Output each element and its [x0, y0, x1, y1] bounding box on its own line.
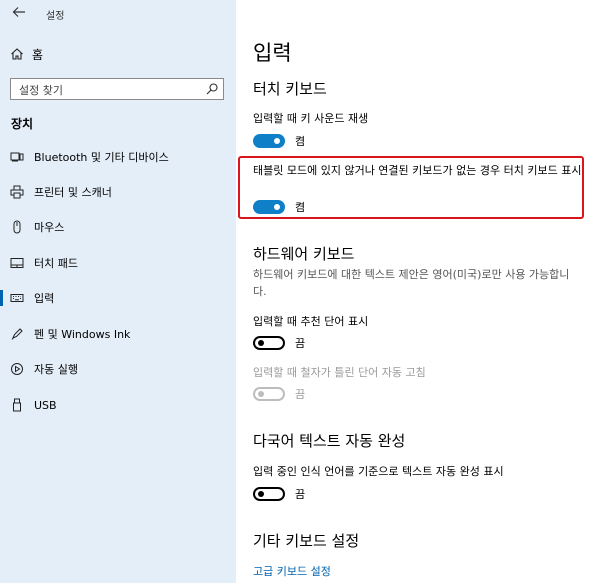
back-arrow-icon	[12, 7, 25, 17]
toggle-knob	[258, 391, 264, 397]
autocorrect-label: 입력할 때 철자가 틀린 단어 자동 고침	[253, 366, 426, 379]
touchpad-icon	[10, 256, 24, 270]
show-touch-keyboard-label: 태블릿 모드에 있지 않거나 연결된 키보드가 없는 경우 터치 키보드 표시	[253, 164, 582, 177]
page-title: 입력	[253, 41, 292, 65]
bluetooth-devices-icon	[10, 150, 24, 164]
search-box[interactable]	[10, 78, 224, 101]
usb-icon	[10, 398, 24, 412]
nav-home[interactable]: 홈	[10, 44, 43, 64]
sidebar-item-label: 펜 및 Windows Ink	[34, 328, 131, 341]
sidebar-item-label: USB	[34, 398, 57, 412]
sidebar-item-label: 마우스	[34, 221, 65, 234]
nav-home-label: 홈	[32, 47, 44, 62]
autocorrect-setting: 끔	[253, 384, 305, 404]
word-suggestions-state: 끔	[295, 337, 306, 350]
key-sound-toggle[interactable]	[253, 134, 285, 148]
search-input[interactable]	[17, 80, 201, 101]
autocorrect-state: 끔	[295, 388, 306, 401]
main-content: 입력 터치 키보드 입력할 때 키 사운드 재생 켬 태블릿 모드에 있지 않거…	[236, 0, 600, 583]
sidebar-item-pen[interactable]: 펜 및 Windows Ink	[0, 320, 236, 348]
section-heading-multilingual: 다국어 텍스트 자동 완성	[253, 432, 406, 450]
title-bar: 설정	[0, 0, 236, 28]
sidebar-item-label: 터치 패드	[34, 257, 78, 270]
toggle-knob	[274, 204, 280, 210]
multilingual-prediction-state: 끔	[295, 488, 306, 501]
sidebar-item-label: 자동 실행	[34, 363, 78, 376]
sidebar: 설정 홈 장치 Bluetooth 및 기타 디바이스 프린터 및 스캐너 마우…	[0, 0, 236, 583]
toggle-knob	[258, 491, 264, 497]
multilingual-prediction-label: 입력 중인 인식 언어를 기준으로 텍스트 자동 완성 표시	[253, 465, 504, 478]
sidebar-item-label: 프린터 및 스캐너	[34, 186, 112, 199]
section-heading-touch-keyboard: 터치 키보드	[253, 80, 327, 98]
pen-icon	[10, 327, 24, 341]
sidebar-item-printers[interactable]: 프린터 및 스캐너	[0, 178, 236, 206]
keyboard-icon	[10, 291, 24, 305]
advanced-keyboard-settings-link[interactable]: 고급 키보드 설정	[253, 563, 331, 579]
word-suggestions-toggle[interactable]	[253, 336, 285, 350]
home-icon	[11, 48, 23, 60]
back-button[interactable]	[12, 5, 28, 21]
key-sound-setting: 켬	[253, 131, 305, 151]
toggle-knob	[274, 138, 280, 144]
multilingual-prediction-toggle[interactable]	[253, 487, 285, 501]
mouse-icon	[10, 220, 24, 234]
key-sound-state: 켬	[295, 135, 306, 148]
show-touch-keyboard-setting: 켬	[253, 197, 305, 217]
show-touch-keyboard-toggle[interactable]	[253, 200, 285, 214]
sidebar-item-label: 입력	[34, 292, 55, 305]
key-sound-label: 입력할 때 키 사운드 재생	[253, 112, 369, 125]
section-heading-other-keyboard: 기타 키보드 설정	[253, 532, 360, 550]
multilingual-prediction-setting: 끔	[253, 484, 305, 504]
hardware-keyboard-description: 하드웨어 키보드에 대한 텍스트 제안은 영어(미국)로만 사용 가능합니다.	[253, 268, 570, 298]
autocorrect-toggle	[253, 387, 285, 401]
sidebar-item-bluetooth[interactable]: Bluetooth 및 기타 디바이스	[0, 143, 236, 171]
sidebar-item-typing[interactable]: 입력	[0, 284, 236, 312]
app-title: 설정	[46, 11, 65, 22]
sidebar-item-autoplay[interactable]: 자동 실행	[0, 355, 236, 383]
section-heading-hardware-keyboard: 하드웨어 키보드	[253, 245, 355, 263]
autoplay-icon	[10, 362, 24, 376]
section-label-devices: 장치	[11, 117, 34, 131]
sidebar-item-label: Bluetooth 및 기타 디바이스	[34, 151, 169, 164]
sidebar-item-touchpad[interactable]: 터치 패드	[0, 249, 236, 277]
sidebar-item-usb[interactable]: USB	[0, 391, 236, 419]
sidebar-item-mouse[interactable]: 마우스	[0, 213, 236, 241]
toggle-knob	[258, 340, 264, 346]
word-suggestions-label: 입력할 때 추천 단어 표시	[253, 315, 369, 328]
printer-icon	[10, 185, 24, 199]
word-suggestions-setting: 끔	[253, 333, 305, 353]
search-icon	[206, 83, 218, 95]
show-touch-keyboard-state: 켬	[295, 201, 306, 214]
